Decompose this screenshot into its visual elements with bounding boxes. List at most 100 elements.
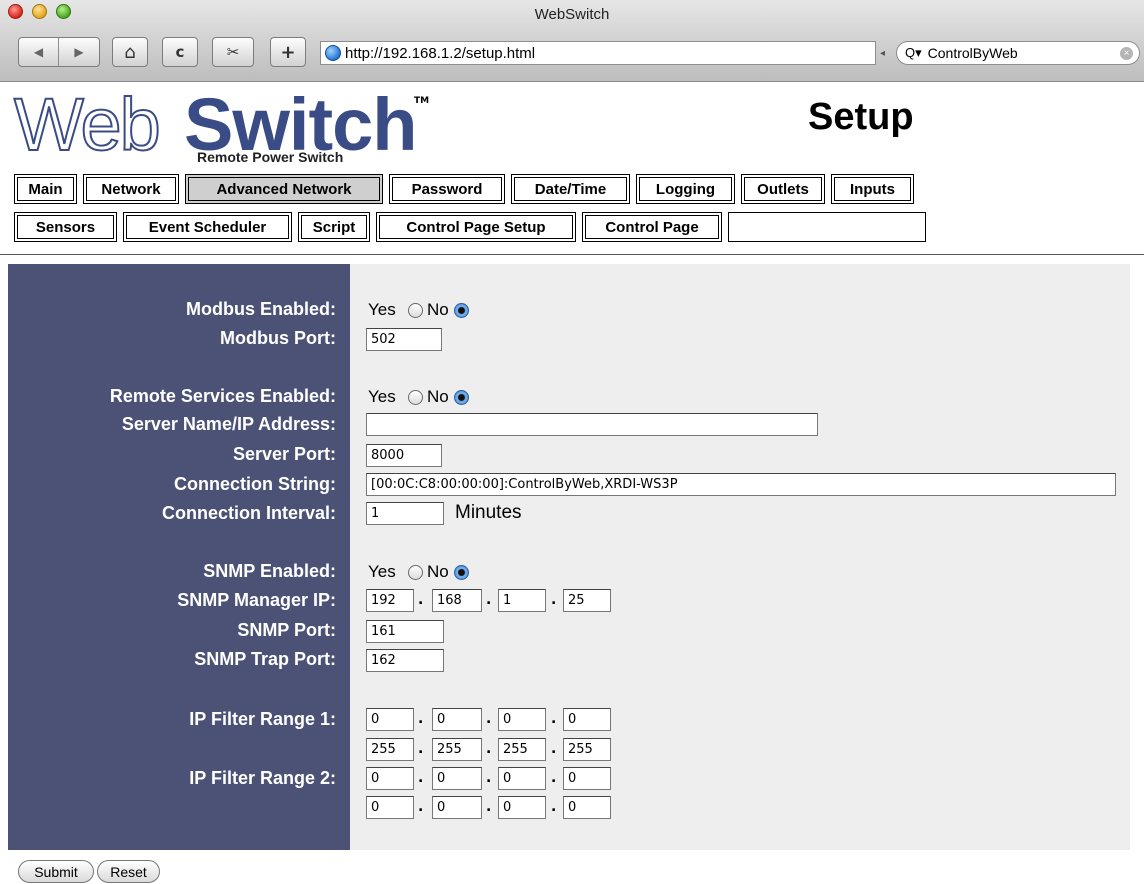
ip-filter-1-start-octet-2[interactable]: 0 [432,708,482,731]
tab-inputs[interactable]: Inputs [831,174,914,204]
remote-no-radio[interactable] [454,390,469,405]
page-title: Setup [808,96,914,138]
ip-dot: . [418,741,424,757]
snapback-icon: ✂ [226,43,240,61]
ip-filter-2-end-octet-4[interactable]: 0 [563,796,611,819]
tab-sensors[interactable]: Sensors [14,212,117,242]
tab-empty [728,212,926,242]
modbus-yes-label: Yes [368,300,396,319]
reload-icon: c [175,43,185,61]
snmp-yes-radio[interactable] [408,565,423,580]
search-icon[interactable]: Q▾ [905,45,922,61]
ip-dot: . [551,592,557,608]
modbus-yes-radio[interactable] [408,303,423,318]
tab-date-time[interactable]: Date/Time [511,174,630,204]
snmp-port-label: SNMP Port: [237,620,336,640]
snmp-manager-ip-octet-2[interactable]: 168 [432,589,482,612]
tab-advanced-network[interactable]: Advanced Network [185,174,383,204]
ip-dot: . [486,741,492,757]
tab-script[interactable]: Script [298,212,370,242]
snmp-manager-ip-octet-3[interactable]: 1 [498,589,546,612]
connection-interval-label: Connection Interval: [161,503,336,523]
window-title: WebSwitch [534,6,610,23]
reset-button[interactable]: Reset [97,860,160,883]
ip-filter-1-end-octet-1[interactable]: 255 [366,738,414,761]
ip-dot: . [486,799,492,815]
clear-search-icon[interactable]: × [1120,47,1133,60]
back-icon[interactable]: ◀ [19,38,59,66]
header-divider [0,254,1144,255]
tab-password[interactable]: Password [389,174,505,204]
connection-string-input[interactable]: [00:0C:C8:00:00:00]:ControlByWeb,XRDI-WS… [366,473,1116,496]
site-globe-icon [325,45,341,61]
home-button[interactable]: ⌂ [112,37,148,67]
submit-button[interactable]: Submit [18,860,94,883]
ip-dot: . [551,770,557,786]
webswitch-logo: Web Switch TM Remote Power Switch [13,83,434,166]
add-bookmark-button[interactable]: + [270,37,306,67]
ip-filter-1-end-octet-2[interactable]: 255 [432,738,482,761]
ip-dot: . [418,592,424,608]
logo-subtitle: Remote Power Switch [197,149,344,165]
ip-dot: . [486,592,492,608]
snmp-manager-ip-octet-4[interactable]: 25 [563,589,611,612]
ip-filter-2-end-octet-3[interactable]: 0 [498,796,546,819]
ip-filter-2-start-octet-2[interactable]: 0 [432,767,482,790]
bookmark-drop-icon[interactable]: ◂ [880,48,885,59]
ip-dot: . [551,799,557,815]
minutes-unit: Minutes [455,502,522,523]
address-bar[interactable]: http://192.168.1.2/setup.html [320,41,876,65]
tab-control-page-setup[interactable]: Control Page Setup [376,212,576,242]
modbus-port-input[interactable]: 502 [366,328,442,351]
snmp-manager-ip-label: SNMP Manager IP: [177,590,336,610]
ip-filter-2-start-octet-3[interactable]: 0 [498,767,546,790]
remote-yes-radio[interactable] [408,390,423,405]
remote-no-label: No [427,387,449,406]
tab-network[interactable]: Network [83,174,179,204]
form-label-column [8,264,350,850]
ip-dot: . [551,711,557,727]
ip-filter-1-end-octet-3[interactable]: 255 [498,738,546,761]
snmp-manager-ip-octet-1[interactable]: 192 [366,589,414,612]
snmp-enabled-label: SNMP Enabled: [203,561,336,581]
modbus-enabled-label: Modbus Enabled: [186,299,336,319]
logo-web-text: Web [13,83,162,166]
ip-dot: . [486,711,492,727]
forward-icon[interactable]: ▶ [59,38,99,66]
server-port-label: Server Port: [232,444,336,464]
server-name-input[interactable] [366,413,818,436]
tab-outlets[interactable]: Outlets [741,174,825,204]
reload-button[interactable]: c [162,37,198,67]
ip-filter-1-start-octet-3[interactable]: 0 [498,708,546,731]
server-port-input[interactable]: 8000 [366,444,442,467]
add-icon: + [280,41,296,63]
search-input[interactable]: Q▾ ControlByWeb × [896,41,1140,65]
modbus-no-radio[interactable] [454,303,469,318]
snmp-port-input[interactable]: 161 [366,620,444,643]
search-value: ControlByWeb [927,45,1018,61]
back-forward-buttons: ◀ ▶ [18,37,100,67]
remote-yes-label: Yes [368,387,396,406]
tab-main[interactable]: Main [14,174,77,204]
ip-filter-2-start-octet-1[interactable]: 0 [366,767,414,790]
logo-trademark: TM [414,96,430,106]
tab-logging[interactable]: Logging [636,174,735,204]
ip-filter-2-end-octet-1[interactable]: 0 [366,796,414,819]
snmp-no-radio[interactable] [454,565,469,580]
snapback-button[interactable]: ✂ [212,37,254,67]
modbus-no-label: No [427,300,449,319]
ip-filter-2-end-octet-2[interactable]: 0 [432,796,482,819]
connection-interval-input[interactable]: 1 [366,502,444,525]
ip-filter-2-start-octet-4[interactable]: 0 [563,767,611,790]
ip-dot: . [418,711,424,727]
ip-filter-1-start-octet-4[interactable]: 0 [563,708,611,731]
home-icon: ⌂ [124,41,136,63]
ip-filter-1-label: IP Filter Range 1: [189,709,336,729]
ip-filter-1-end-octet-4[interactable]: 255 [563,738,611,761]
ip-filter-1-start-octet-1[interactable]: 0 [366,708,414,731]
ip-dot: . [551,741,557,757]
tab-control-page[interactable]: Control Page [582,212,722,242]
server-name-label: Server Name/IP Address: [121,414,336,434]
tab-event-scheduler[interactable]: Event Scheduler [123,212,292,242]
snmp-trap-port-input[interactable]: 162 [366,649,444,672]
